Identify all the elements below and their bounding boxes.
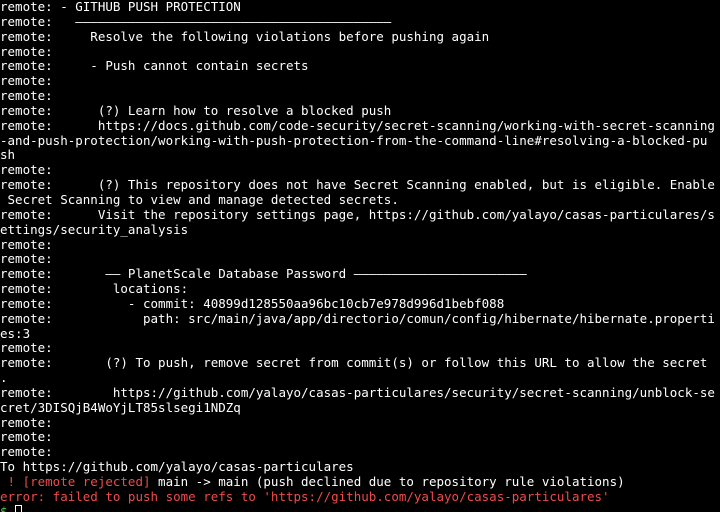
terminal-line: remote: Resolve the following violations… (0, 29, 490, 44)
cursor (15, 504, 23, 512)
terminal-line: remote: (?) This repository does not hav… (0, 178, 715, 193)
terminal-line: remote: Visit the repository settings pa… (0, 207, 715, 222)
terminal-line: remote: - GITHUB PUSH PROTECTION (0, 0, 241, 14)
terminal-line: remote: (0, 89, 53, 104)
terminal-line: remote: (0, 430, 53, 445)
terminal-line: cret/3DISQjB4WoYjLT85slsegi1NDZq (0, 400, 241, 415)
prompt-line[interactable]: $ (0, 504, 720, 512)
terminal-line: es:3 (0, 326, 31, 341)
error-line: error: failed to push some refs to 'http… (0, 489, 610, 504)
terminal-output: remote: - GITHUB PUSH PROTECTION remote: … (0, 0, 720, 475)
terminal-line: remote: —— PlanetScale Database Password… (0, 267, 527, 282)
terminal-line: ettings/security_analysis (0, 222, 189, 237)
terminal-line: remote: https://docs.github.com/code-sec… (0, 118, 715, 133)
prompt-symbol: $ (0, 505, 15, 512)
terminal-line: . (0, 371, 8, 386)
terminal-line: -and-push-protection/working-with-push-p… (0, 133, 708, 148)
terminal-line: remote: (0, 445, 53, 460)
terminal-line: remote: (0, 237, 53, 252)
terminal-line: remote: (0, 415, 53, 430)
terminal-line: To https://github.com/yalayo/casas-parti… (0, 460, 354, 475)
terminal-window[interactable]: remote: - GITHUB PUSH PROTECTION remote: … (0, 0, 720, 512)
terminal-line: remote: (?) Learn how to resolve a block… (0, 103, 392, 118)
terminal-line: sh (0, 148, 16, 163)
terminal-line: Secret Scanning to view and manage detec… (0, 192, 399, 207)
terminal-line: remote: (0, 163, 53, 178)
terminal-line: remote: - commit: 40899d128550aa96bc10cb… (0, 296, 505, 311)
terminal-line: remote: (0, 44, 53, 59)
terminal-line: remote: ————————————————————————————————… (0, 14, 392, 29)
terminal-line: remote: - Push cannot contain secrets (0, 59, 309, 74)
rejected-message: main -> main (push declined due to repos… (150, 475, 625, 489)
rejected-marker: ! [remote rejected] (0, 475, 151, 489)
terminal-line: remote: (?) To push, remove secret from … (0, 356, 708, 371)
terminal-line: remote: path: src/main/java/app/director… (0, 311, 715, 326)
terminal-line: remote: https://github.com/yalayo/casas-… (0, 385, 715, 400)
terminal-line: remote: (0, 341, 53, 356)
terminal-line: remote: (0, 252, 53, 267)
terminal-line: remote: (0, 74, 53, 89)
terminal-line: remote: locations: (0, 282, 189, 297)
rejected-line: ! [remote rejected] main -> main (push d… (0, 475, 720, 490)
